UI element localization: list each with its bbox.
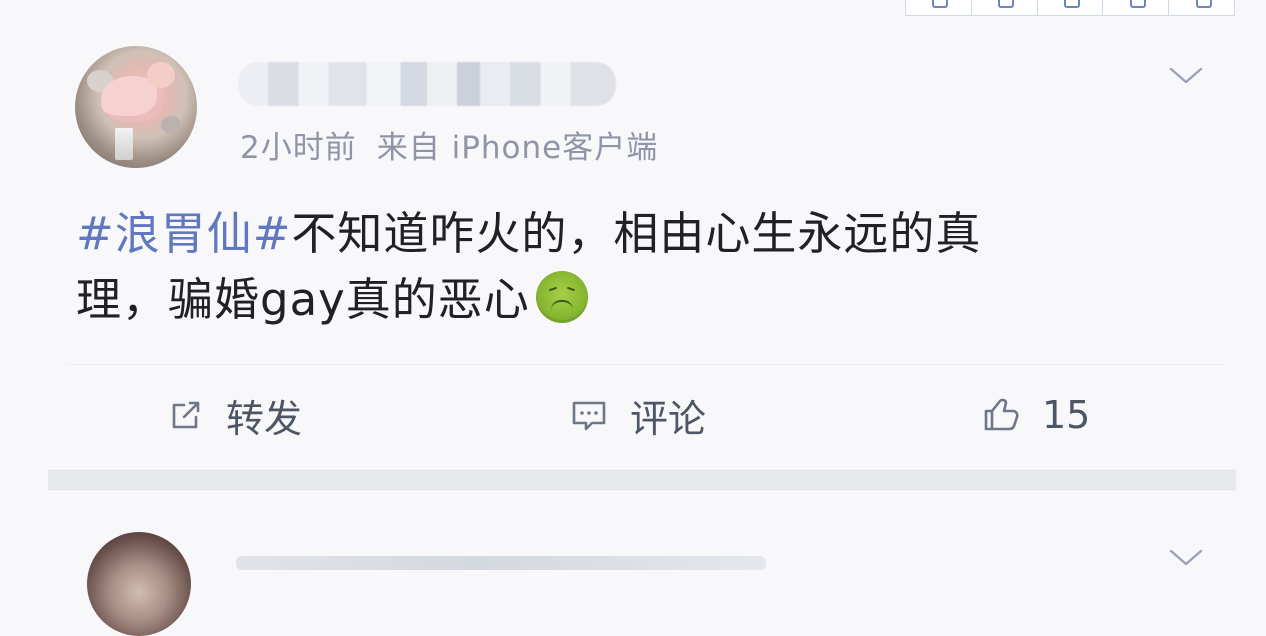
- like-count: 15: [1042, 393, 1091, 437]
- repost-label: 转发: [226, 396, 303, 441]
- next-username-mosaic[interactable]: [236, 556, 766, 570]
- next-post-menu-button[interactable]: [1166, 548, 1206, 568]
- like-button[interactable]: 15: [978, 380, 1090, 450]
- post-actions: 转发 评论 15: [48, 380, 1236, 450]
- user-avatar[interactable]: [75, 46, 197, 168]
- chevron-down-icon: [1169, 549, 1203, 566]
- repost-button[interactable]: 转发: [166, 380, 302, 450]
- next-user-avatar[interactable]: [87, 532, 191, 636]
- post-text-line-2: 理，骗婚gay真的恶心: [76, 273, 530, 326]
- post-content: #浪胃仙#不知道咋火的，相由心生永远的真 理，骗婚gay真的恶心: [76, 201, 1164, 333]
- post-source: 来自 iPhone客户端: [376, 130, 659, 166]
- post-meta: 2小时前 来自 iPhone客户端: [240, 128, 658, 168]
- hashtag-link[interactable]: #浪胃仙#: [76, 207, 291, 260]
- feed-separator: [48, 470, 1236, 490]
- post-text-line-1: 不知道咋火的，相由心生永远的真: [291, 207, 982, 260]
- avatar-detail: [115, 128, 133, 160]
- emoji-mouth: [550, 300, 573, 310]
- chevron-down-icon: [1169, 67, 1203, 84]
- next-post-preview: [48, 490, 1236, 636]
- post-time: 2小时前: [240, 130, 357, 166]
- post-card: 2小时前 来自 iPhone客户端 #浪胃仙#不知道咋火的，相由心生永远的真 理…: [48, 0, 1236, 470]
- comment-button[interactable]: 评论: [568, 380, 706, 450]
- emoji-eye-left: [548, 286, 557, 292]
- repost-icon: [172, 401, 200, 429]
- avatar-detail: [147, 62, 175, 88]
- comment-icon: [572, 401, 606, 431]
- username-mosaic[interactable]: [238, 62, 616, 106]
- sick-face-emoji-icon: [535, 271, 588, 323]
- avatar-detail: [161, 116, 181, 134]
- emoji-eye-right: [566, 286, 575, 292]
- post-divider: [68, 364, 1224, 365]
- thumb-up-icon: [984, 398, 1019, 431]
- comment-label: 评论: [630, 396, 707, 441]
- post-menu-button[interactable]: [1166, 60, 1206, 92]
